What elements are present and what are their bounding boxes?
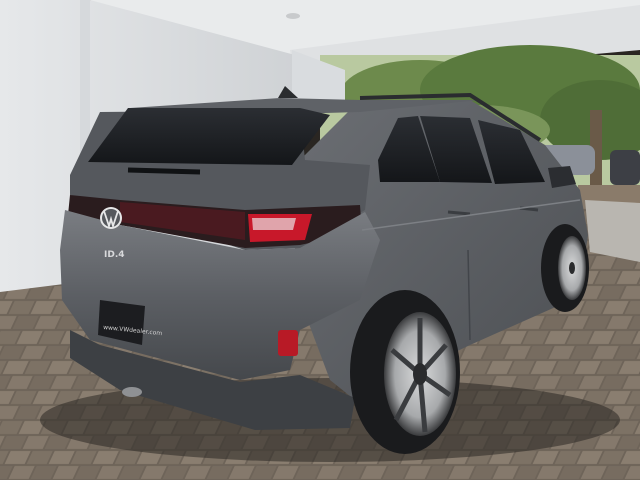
tail-light-reflection [252, 218, 296, 230]
photo-canvas: www.VWdealer.com ID.4 [0, 0, 640, 480]
rear-wheel [350, 290, 460, 454]
photo-scene: www.VWdealer.com ID.4 [0, 0, 640, 480]
front-wheel [541, 224, 589, 312]
door-handle [447, 210, 471, 216]
rear-window [88, 108, 330, 165]
model-badge: ID.4 [104, 250, 125, 260]
rear-reflector [278, 330, 298, 356]
rear-wiper [127, 167, 201, 175]
tow-hitch [122, 387, 142, 397]
vw-logo-icon [100, 207, 122, 230]
